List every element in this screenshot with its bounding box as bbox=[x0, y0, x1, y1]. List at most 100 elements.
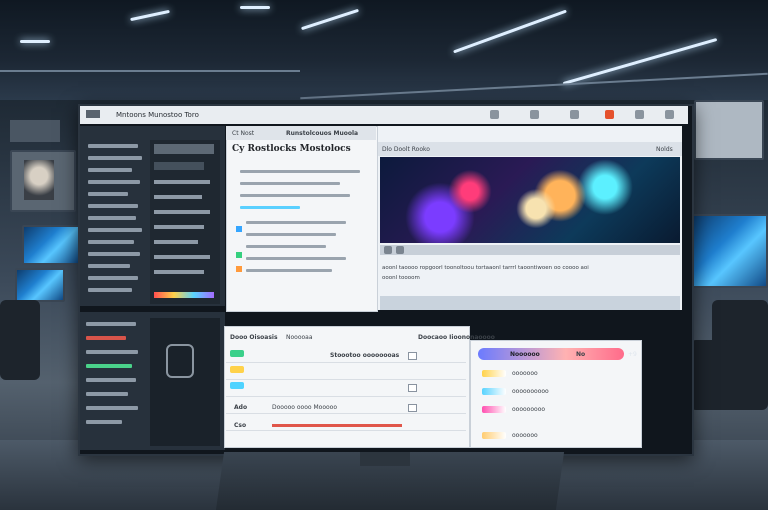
legend-label: oooooooooo bbox=[512, 388, 549, 395]
side-screen-left bbox=[22, 225, 80, 265]
sidebar-subitem[interactable] bbox=[154, 180, 210, 184]
list-line bbox=[246, 221, 346, 224]
sidebar-item[interactable] bbox=[88, 240, 134, 244]
settings-icon[interactable] bbox=[635, 110, 644, 119]
list-bullet bbox=[236, 226, 242, 232]
sidebar-subitem[interactable] bbox=[154, 255, 210, 259]
table-row[interactable] bbox=[226, 414, 466, 431]
prev-icon[interactable] bbox=[384, 246, 392, 254]
row-checkbox[interactable] bbox=[408, 352, 417, 360]
row-swatch bbox=[230, 382, 244, 389]
preview-caption: aoonl taoooo ropgoorl toonoltoou tortaao… bbox=[382, 265, 589, 271]
sidebar-item[interactable] bbox=[88, 192, 128, 196]
image-toolbar bbox=[380, 245, 680, 255]
sidebar-item[interactable] bbox=[88, 288, 132, 292]
side-screen-right bbox=[690, 214, 768, 288]
sidebar-item[interactable] bbox=[88, 264, 130, 268]
document-title: Cy Rostlocks Mostolocs bbox=[232, 144, 351, 154]
top-menu[interactable]: Mntoons Munostoo Toro bbox=[116, 111, 199, 119]
toolbar-icon[interactable] bbox=[490, 110, 499, 119]
sidebar-subitem[interactable] bbox=[154, 225, 204, 229]
legend-tag: Noooooo bbox=[510, 351, 540, 358]
table-title: Dooo Oisoasis bbox=[230, 334, 278, 341]
list-bullet bbox=[236, 252, 242, 258]
sidebar-subitem[interactable] bbox=[154, 195, 202, 199]
list-line bbox=[246, 233, 336, 236]
sidebar-subitem[interactable] bbox=[154, 162, 204, 170]
monitor-stand bbox=[360, 452, 410, 466]
chair bbox=[0, 300, 40, 380]
sidebar-subheader bbox=[154, 144, 214, 154]
next-icon[interactable] bbox=[396, 246, 404, 254]
preview-header-right[interactable]: Nolds bbox=[656, 146, 673, 153]
legend-num: No bbox=[576, 351, 586, 358]
sidebar-item[interactable] bbox=[88, 168, 132, 172]
tab-left[interactable]: Ct Nost bbox=[232, 130, 254, 137]
list-item[interactable] bbox=[86, 420, 122, 424]
preview-header-left: Dlo Doolt Rooko bbox=[382, 146, 430, 153]
sidebar-item[interactable] bbox=[88, 252, 140, 256]
row-label: Cso bbox=[234, 422, 247, 429]
lower-left-preview bbox=[150, 318, 220, 446]
sidebar-item[interactable] bbox=[88, 144, 138, 148]
highlight-value: Stoootoo oooooooas bbox=[330, 352, 400, 359]
list-item[interactable] bbox=[86, 378, 136, 382]
status-color-strip bbox=[154, 292, 214, 298]
preview-footer bbox=[380, 296, 680, 310]
sidebar-list bbox=[82, 140, 144, 304]
wall-panel bbox=[10, 120, 60, 142]
list-item-alert[interactable] bbox=[86, 336, 126, 340]
list-item[interactable] bbox=[86, 392, 128, 396]
sidebar-subitem[interactable] bbox=[154, 210, 210, 214]
sidebar-item[interactable] bbox=[88, 276, 138, 280]
sidebar-item[interactable] bbox=[88, 180, 140, 184]
row-bar bbox=[272, 424, 402, 427]
tab-active[interactable]: Runstolcouos Muoola bbox=[286, 130, 358, 137]
list-line bbox=[246, 245, 326, 248]
alert-icon[interactable] bbox=[605, 110, 614, 119]
text-line bbox=[240, 182, 340, 185]
text-line-highlight bbox=[240, 206, 300, 209]
sidebar-item[interactable] bbox=[88, 216, 136, 220]
preview-caption-2: ooonl toooom bbox=[382, 275, 420, 281]
table-row[interactable] bbox=[226, 363, 466, 380]
toolbar-icon[interactable] bbox=[530, 110, 539, 119]
chair bbox=[690, 340, 730, 410]
ceiling-light bbox=[240, 6, 270, 9]
text-line bbox=[240, 170, 360, 173]
list-item-ok[interactable] bbox=[86, 364, 132, 368]
text-line bbox=[240, 194, 350, 197]
toolbar-icon[interactable] bbox=[570, 110, 579, 119]
sidebar-item[interactable] bbox=[88, 204, 138, 208]
document-lines bbox=[232, 160, 372, 300]
list-line bbox=[246, 269, 332, 272]
sidebar-item[interactable] bbox=[88, 228, 142, 232]
legend-swatch bbox=[482, 432, 506, 439]
sidebar-item[interactable] bbox=[88, 156, 142, 160]
row-checkbox[interactable] bbox=[408, 404, 417, 412]
table-subtitle: Nooooaa bbox=[286, 334, 313, 341]
legend-swatch bbox=[482, 406, 506, 413]
row-label: Ado bbox=[234, 404, 248, 411]
table-body bbox=[226, 346, 466, 444]
portrait-image bbox=[24, 160, 54, 200]
app-icon bbox=[86, 110, 100, 118]
side-screen-left-lower bbox=[15, 268, 65, 302]
ceiling-strut bbox=[0, 70, 300, 72]
list-item[interactable] bbox=[86, 406, 138, 410]
sidebar-subitem[interactable] bbox=[154, 240, 198, 244]
ceiling bbox=[0, 0, 768, 100]
legend-label: ooooooooo bbox=[512, 406, 546, 413]
row-checkbox[interactable] bbox=[408, 384, 417, 392]
sidebar-subitem[interactable] bbox=[154, 270, 204, 274]
list-bullet bbox=[236, 266, 242, 272]
hero-image bbox=[380, 157, 680, 243]
close-icon[interactable] bbox=[665, 110, 674, 119]
table-row[interactable] bbox=[226, 397, 466, 414]
row-swatch bbox=[230, 350, 244, 357]
list-item[interactable] bbox=[86, 350, 138, 354]
table-row[interactable] bbox=[226, 380, 466, 397]
legend-label: ooooooo bbox=[512, 432, 538, 439]
list-item[interactable] bbox=[86, 322, 136, 326]
legend-end: +9 bbox=[628, 351, 637, 358]
